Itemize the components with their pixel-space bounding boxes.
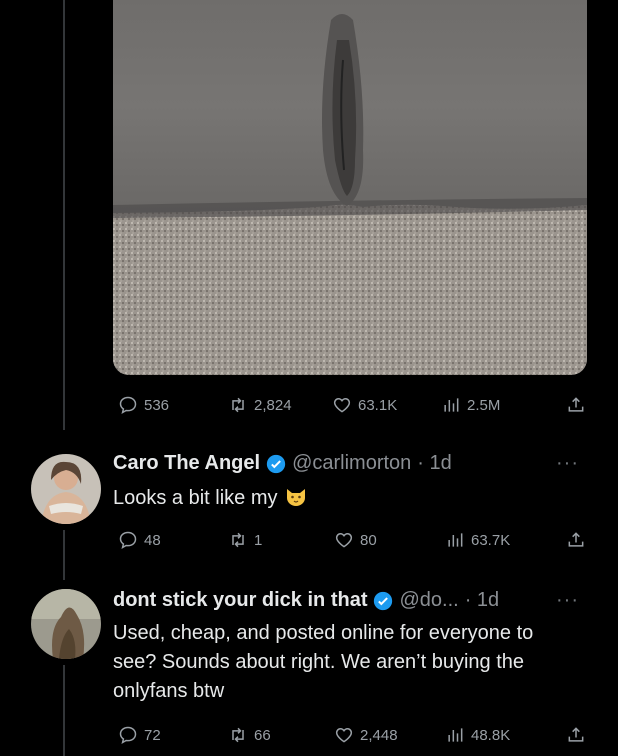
share-icon	[568, 727, 584, 742]
heart-icon	[335, 532, 353, 548]
reply-icon	[119, 531, 137, 550]
reply-text: Looks a bit like my	[113, 484, 583, 513]
views-button[interactable]: 48.8K	[445, 725, 510, 745]
heart-icon	[333, 397, 351, 413]
media-photo	[113, 0, 587, 375]
reply-text-content: Looks a bit like my	[113, 487, 278, 509]
reply-icon	[119, 396, 137, 415]
reply-author-name[interactable]: Caro The Angel	[113, 452, 260, 475]
like-count: 80	[360, 531, 377, 549]
like-button[interactable]: 63.1K	[332, 395, 397, 415]
views-button[interactable]: 2.5M	[441, 395, 500, 415]
view-count: 48.8K	[471, 726, 511, 744]
avatar-caro[interactable]	[31, 454, 101, 524]
view-count: 63.7K	[471, 531, 511, 549]
repost-icon	[232, 532, 244, 548]
reply-header: dont stick your dick in that @do... · 1d	[113, 589, 499, 612]
reply-author-name[interactable]: dont stick your dick in that	[113, 589, 367, 612]
like-button[interactable]: 80	[334, 530, 377, 550]
repost-button[interactable]: 2,824	[228, 395, 292, 415]
reply-action-bar: 72 66 2,448 48.8K	[0, 723, 618, 747]
avatar-photo	[31, 454, 101, 524]
share-icon	[568, 397, 584, 412]
repost-count: 1	[254, 531, 263, 549]
share-button[interactable]	[566, 725, 586, 745]
reply-text: Used, cheap, and posted online for every…	[113, 622, 534, 702]
repost-count: 66	[254, 726, 271, 744]
views-icon	[448, 728, 463, 742]
post-media-image[interactable]	[113, 0, 587, 375]
avatar-dont-stick[interactable]	[31, 589, 101, 659]
reply-author-handle[interactable]: @carlimorton	[292, 452, 411, 475]
avatar-photo	[31, 589, 101, 659]
view-count: 2.5M	[467, 396, 501, 414]
reply-button[interactable]: 536	[118, 395, 169, 415]
repost-icon	[232, 397, 244, 413]
more-options-button[interactable]: ···	[556, 589, 579, 612]
more-options-button[interactable]: ···	[556, 452, 579, 475]
views-icon	[444, 398, 459, 412]
thread-line-top	[63, 0, 65, 430]
like-count: 63.1K	[358, 396, 398, 414]
share-button[interactable]	[566, 530, 586, 550]
reply-time: · 1d	[417, 452, 452, 474]
reply-action-bar: 48 1 80 63.7K	[0, 528, 618, 552]
repost-icon	[232, 727, 244, 743]
heart-icon	[335, 727, 353, 743]
share-button[interactable]	[566, 395, 586, 415]
reply-button[interactable]: 48	[118, 530, 161, 550]
like-count: 2,448	[360, 726, 398, 744]
reply-count: 536	[144, 396, 170, 414]
repost-button[interactable]: 1	[228, 530, 262, 550]
reply-button[interactable]: 72	[118, 725, 161, 745]
views-button[interactable]: 63.7K	[445, 530, 510, 550]
reply-count: 48	[144, 531, 161, 549]
reply-header: Caro The Angel @carlimorton · 1d	[113, 452, 452, 475]
verified-badge-icon	[374, 591, 393, 610]
share-icon	[568, 532, 584, 547]
cat-face-emoji-icon	[286, 489, 305, 506]
post-action-bar: 536 2,824 63.1K 2.5M	[0, 393, 618, 417]
repost-button[interactable]: 66	[228, 725, 271, 745]
reply-author-handle[interactable]: @do...	[399, 589, 458, 612]
verified-badge-icon	[266, 454, 286, 473]
repost-count: 2,824	[254, 396, 292, 414]
reply-time: · 1d	[464, 589, 500, 611]
reply-icon	[119, 726, 137, 745]
like-button[interactable]: 2,448	[334, 725, 398, 745]
reply-count: 72	[144, 726, 161, 744]
views-icon	[448, 533, 463, 547]
